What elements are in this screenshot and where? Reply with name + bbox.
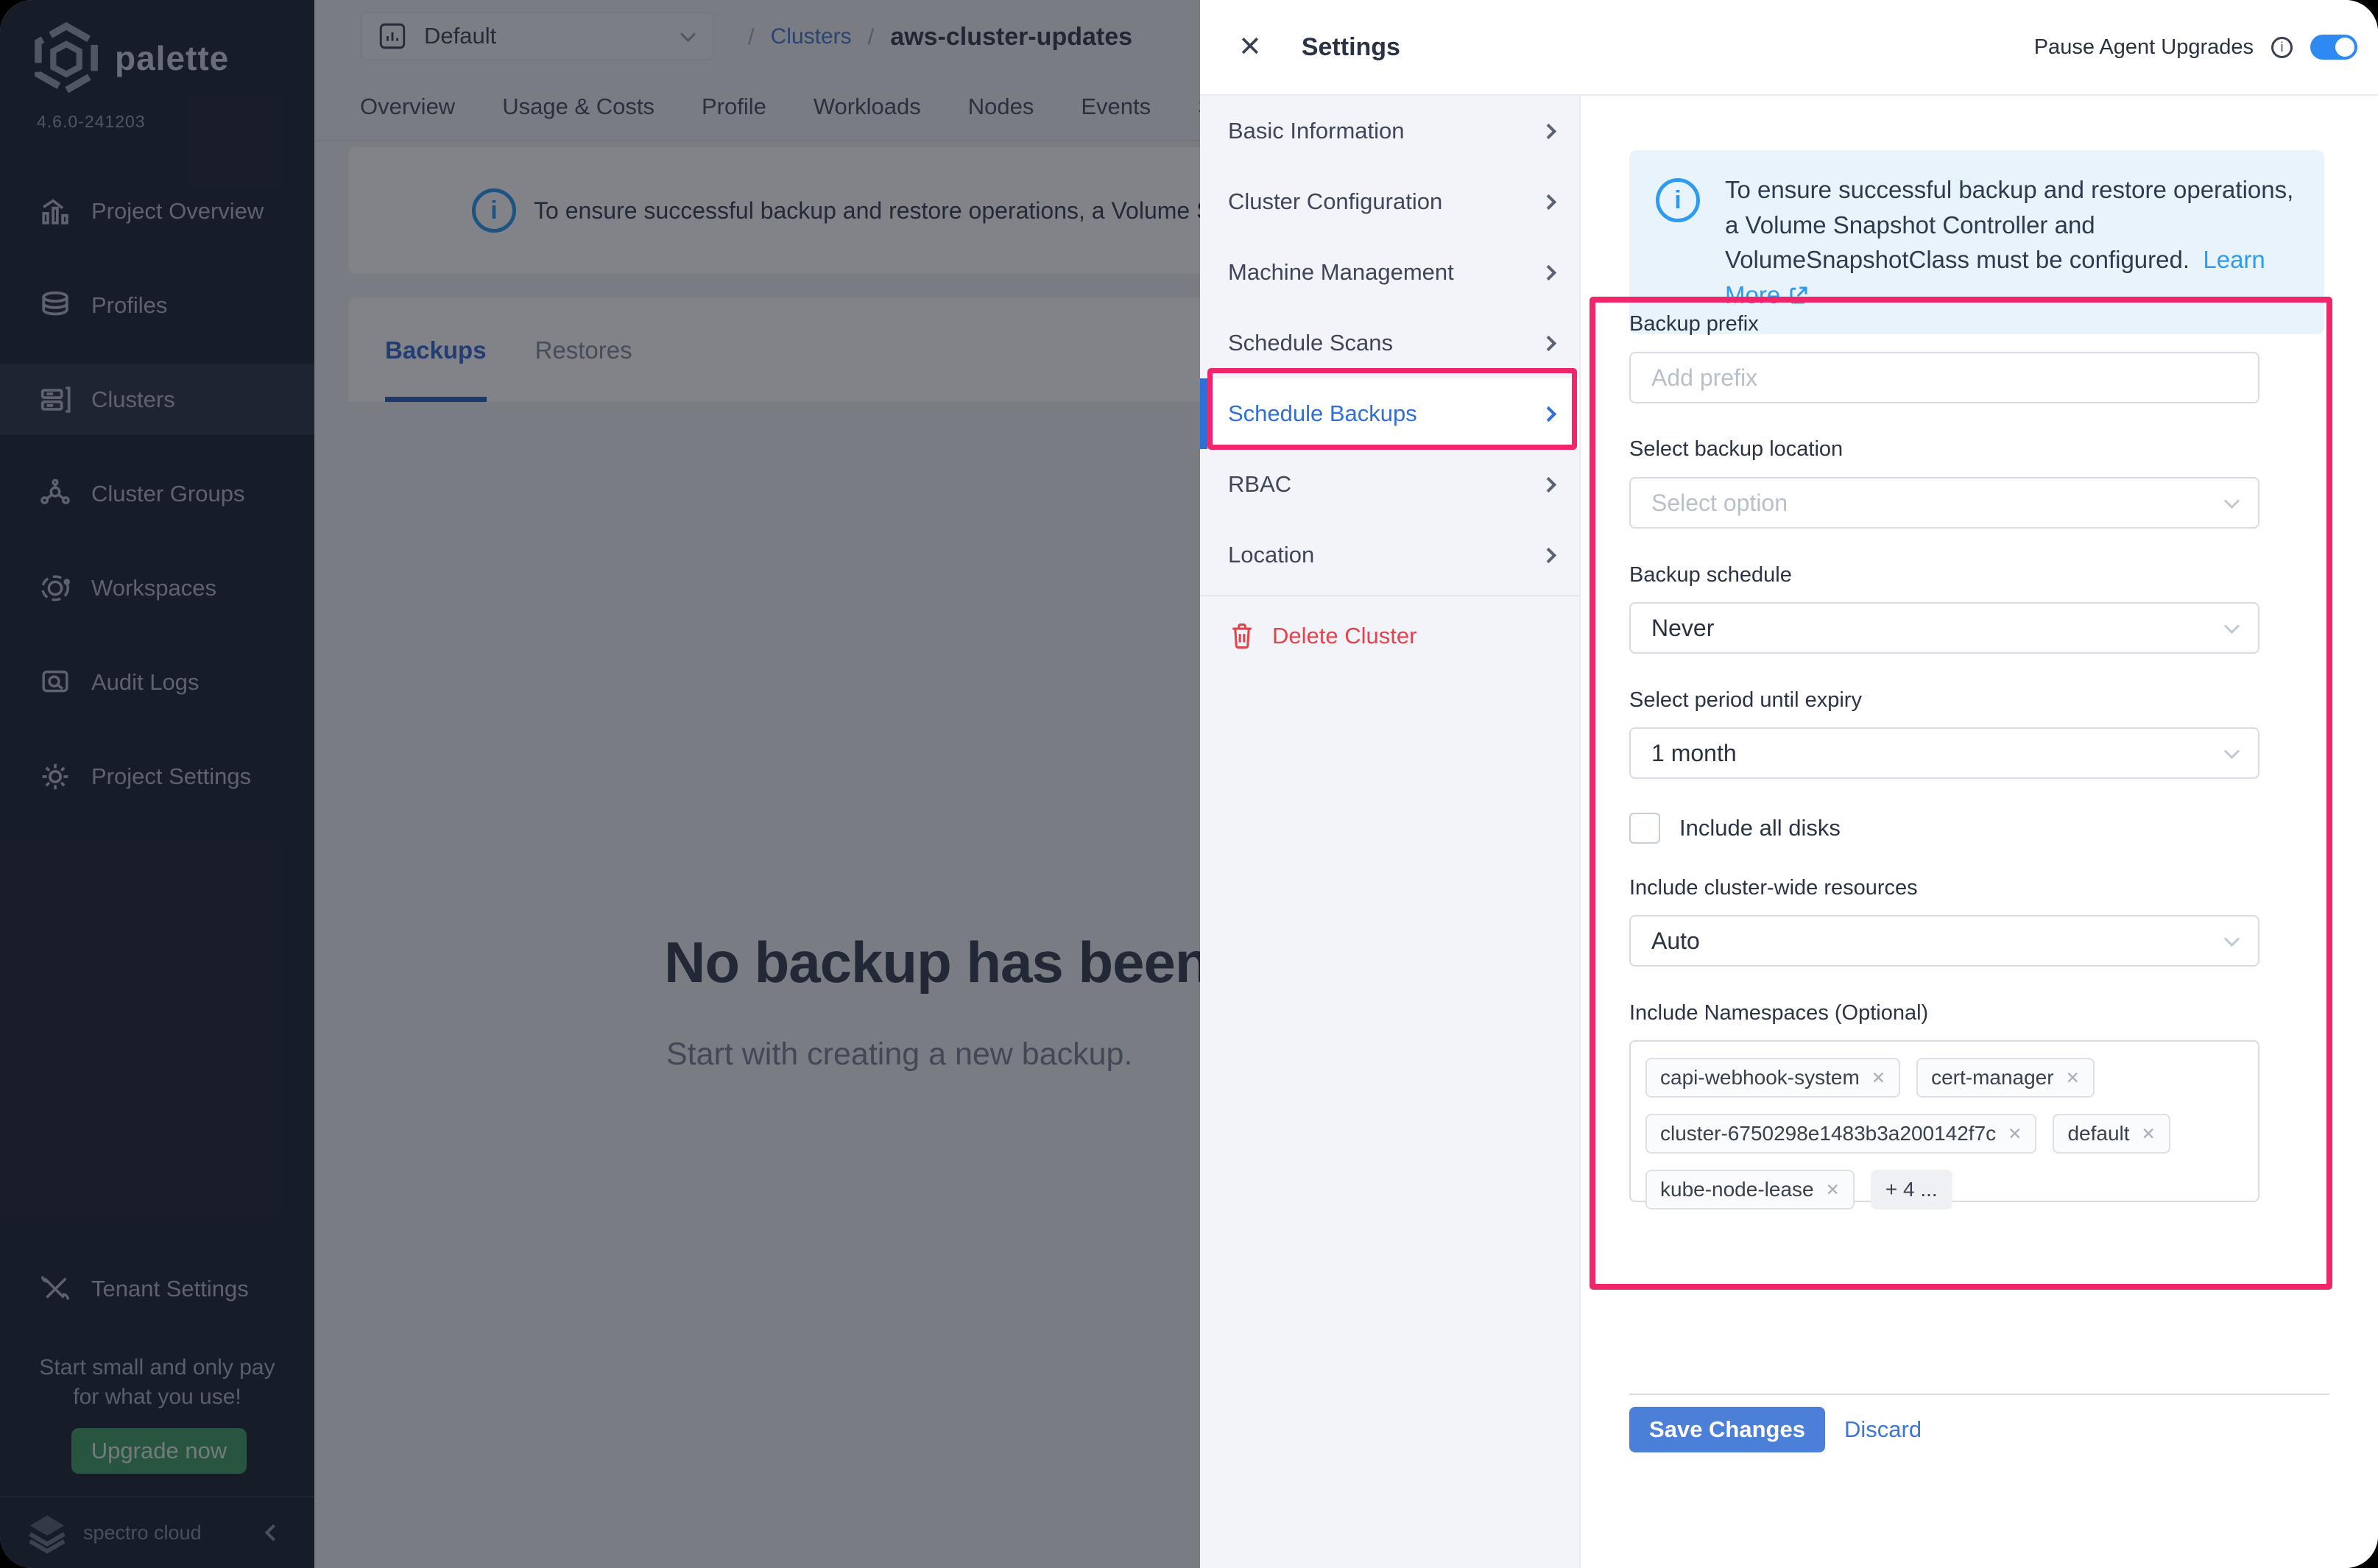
modal-backdrop[interactable] xyxy=(0,0,1200,1568)
namespace-tag: kube-node-lease ✕ xyxy=(1645,1170,1855,1209)
external-link-icon xyxy=(1790,286,1807,304)
backup-prefix-label: Backup prefix xyxy=(1629,312,1759,336)
delete-cluster-label: Delete Cluster xyxy=(1272,623,1417,649)
close-icon[interactable]: ✕ xyxy=(1238,33,1262,61)
toggle-knob xyxy=(2335,38,2354,57)
settings-nav-schedule-scans[interactable]: Schedule Scans xyxy=(1200,308,1579,378)
settings-nav-cluster-configuration[interactable]: Cluster Configuration xyxy=(1200,166,1579,237)
chevron-right-icon xyxy=(1540,547,1557,563)
chevron-right-icon xyxy=(1540,123,1557,139)
namespace-tag: capi-webhook-system ✕ xyxy=(1645,1058,1901,1098)
info-icon[interactable]: i xyxy=(2271,36,2293,58)
remove-tag-icon[interactable]: ✕ xyxy=(1871,1068,1885,1088)
pause-agent-upgrades-toggle[interactable] xyxy=(2310,35,2357,60)
expiry-period-label: Select period until expiry xyxy=(1629,688,1862,712)
more-namespaces-badge[interactable]: + 4 ... xyxy=(1870,1170,1952,1209)
save-changes-button[interactable]: Save Changes xyxy=(1629,1407,1825,1452)
pause-agent-upgrades-label: Pause Agent Upgrades xyxy=(2033,35,2254,59)
backup-prefix-field[interactable] xyxy=(1629,352,2259,403)
settings-nav-machine-management[interactable]: Machine Management xyxy=(1200,237,1579,308)
app-screen: palette 4.6.0-241203 Project Overview Pr… xyxy=(0,0,2378,1568)
include-all-disks-checkbox[interactable] xyxy=(1629,813,1660,844)
snapshot-info-box: i To ensure successful backup and restor… xyxy=(1629,150,2324,335)
cluster-wide-resources-label: Include cluster-wide resources xyxy=(1629,876,1918,900)
chevron-right-icon xyxy=(1540,335,1557,351)
nav-divider xyxy=(1200,595,1579,596)
chevron-down-icon xyxy=(2223,492,2240,509)
backup-location-placeholder: Select option xyxy=(1651,489,1788,516)
namespaces-multiselect[interactable]: capi-webhook-system ✕ cert-manager ✕ clust… xyxy=(1629,1040,2259,1209)
chevron-down-icon xyxy=(2223,930,2240,947)
chevron-down-icon xyxy=(2223,618,2240,634)
discard-button[interactable]: Discard xyxy=(1844,1407,1922,1452)
info-box-text: To ensure successful backup and restore … xyxy=(1725,176,2294,308)
expiry-period-select[interactable]: 1 month xyxy=(1629,727,2259,779)
remove-tag-icon[interactable]: ✕ xyxy=(2066,1068,2080,1088)
remove-tag-icon[interactable]: ✕ xyxy=(2008,1124,2022,1144)
backup-schedule-value: Never xyxy=(1651,614,1715,641)
trash-icon xyxy=(1232,623,1252,649)
pause-agent-upgrades: Pause Agent Upgrades i xyxy=(2034,35,2357,60)
include-all-disks-row[interactable]: Include all disks xyxy=(1629,813,1841,844)
info-icon: i xyxy=(1656,178,1700,222)
backup-location-select[interactable]: Select option xyxy=(1629,477,2259,529)
settings-nav-location[interactable]: Location xyxy=(1200,520,1579,590)
settings-nav-rbac[interactable]: RBAC xyxy=(1200,449,1579,520)
actions-divider xyxy=(1629,1394,2329,1395)
cluster-wide-resources-select[interactable]: Auto xyxy=(1629,915,2259,967)
chevron-right-icon xyxy=(1540,406,1557,422)
namespace-tag: cert-manager ✕ xyxy=(1916,1058,2095,1098)
delete-cluster-button[interactable]: Delete Cluster xyxy=(1200,601,1579,671)
chevron-right-icon xyxy=(1540,476,1557,492)
chevron-down-icon xyxy=(2223,743,2240,759)
settings-nav-basic-information[interactable]: Basic Information xyxy=(1200,96,1579,166)
include-all-disks-label: Include all disks xyxy=(1679,815,1841,841)
backup-prefix-input[interactable] xyxy=(1651,364,2237,392)
settings-modal-header: ✕ Settings Pause Agent Upgrades i xyxy=(1200,0,2378,96)
settings-modal: ✕ Settings Pause Agent Upgrades i Basic … xyxy=(1200,0,2378,1568)
backup-schedule-select[interactable]: Never xyxy=(1629,602,2259,654)
include-namespaces-label: Include Namespaces (Optional) xyxy=(1629,1001,1929,1025)
chevron-right-icon xyxy=(1540,264,1557,280)
settings-modal-title: Settings xyxy=(1301,32,1400,61)
remove-tag-icon[interactable]: ✕ xyxy=(1826,1180,1840,1200)
settings-nav-schedule-backups[interactable]: Schedule Backups xyxy=(1200,378,1579,449)
namespace-tag: cluster-6750298e1483b3a200142f7c ✕ xyxy=(1645,1114,2037,1154)
namespace-tag: default ✕ xyxy=(2053,1114,2170,1154)
expiry-period-value: 1 month xyxy=(1651,739,1737,766)
settings-nav: Basic Information Cluster Configuration … xyxy=(1200,96,1581,1568)
backup-schedule-label: Backup schedule xyxy=(1629,563,1792,587)
remove-tag-icon[interactable]: ✕ xyxy=(2142,1124,2156,1144)
chevron-right-icon xyxy=(1540,194,1557,210)
cluster-wide-resources-value: Auto xyxy=(1651,927,1700,954)
backup-location-label: Select backup location xyxy=(1629,437,1844,461)
